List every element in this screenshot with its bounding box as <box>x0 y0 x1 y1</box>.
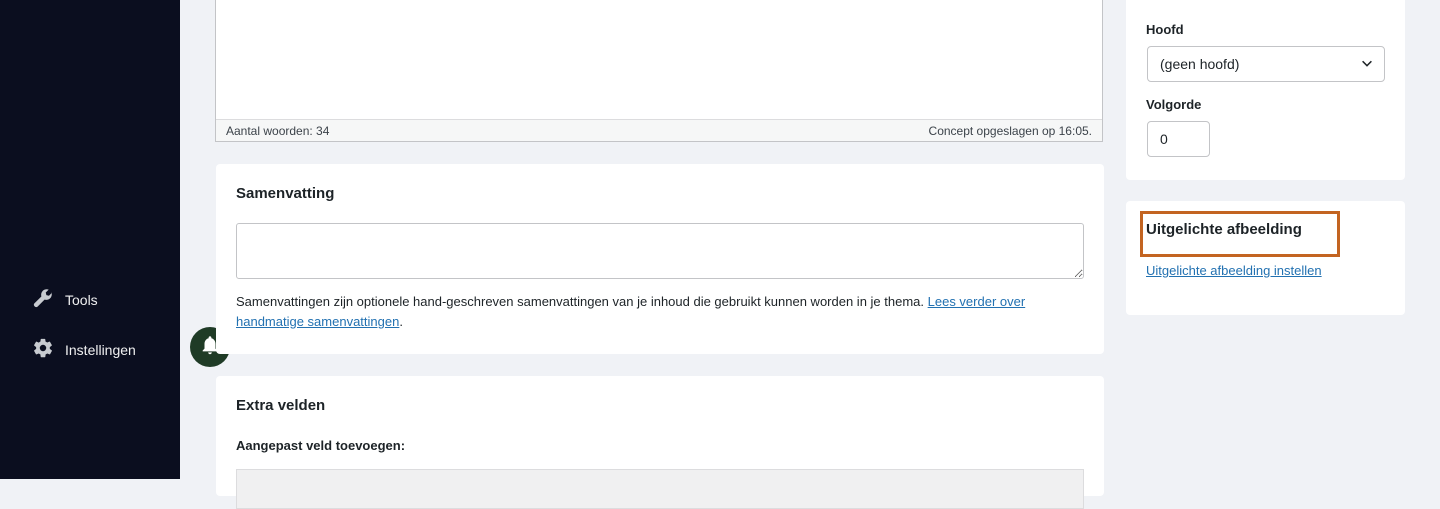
content-editor[interactable]: Aantal woorden: 34 Concept opgeslagen op… <box>215 0 1103 142</box>
order-input[interactable] <box>1147 121 1210 157</box>
sidebar-item-label: Instellingen <box>65 341 136 358</box>
autosave-status: Concept opgeslagen op 16:05. <box>928 123 1092 138</box>
excerpt-textarea[interactable] <box>236 223 1084 279</box>
featured-image-title: Uitgelichte afbeelding <box>1146 221 1302 238</box>
custom-field-table <box>236 469 1084 509</box>
page-attributes-panel: Hoofd (geen hoofd) Volgorde <box>1126 0 1405 180</box>
sidebar-item-settings[interactable]: Instellingen <box>32 337 136 362</box>
wrench-icon <box>32 287 65 312</box>
featured-image-panel: Uitgelichte afbeelding Uitgelichte afbee… <box>1126 201 1405 315</box>
sidebar-item-label: Tools <box>65 291 98 308</box>
custom-fields-title: Extra velden <box>236 397 326 414</box>
excerpt-help-end: . <box>399 314 403 329</box>
excerpt-help-text: Samenvattingen zijn optionele hand-gesch… <box>236 292 1086 332</box>
order-label: Volgorde <box>1146 97 1202 112</box>
excerpt-title: Samenvatting <box>236 185 335 202</box>
custom-fields-panel: Extra velden Aangepast veld toevoegen: <box>216 376 1104 509</box>
admin-sidebar: Tools Instellingen <box>0 0 180 479</box>
word-count: Aantal woorden: 34 <box>226 123 330 138</box>
excerpt-help-body: Samenvattingen zijn optionele hand-gesch… <box>236 294 928 309</box>
add-custom-field-label: Aangepast veld toevoegen: <box>236 438 406 453</box>
set-featured-image-link[interactable]: Uitgelichte afbeelding instellen <box>1146 263 1322 278</box>
parent-select[interactable]: (geen hoofd) <box>1147 46 1385 82</box>
chevron-down-icon <box>1360 56 1374 73</box>
parent-select-value: (geen hoofd) <box>1160 56 1240 72</box>
parent-label: Hoofd <box>1146 22 1184 37</box>
excerpt-panel: Samenvatting Samenvattingen zijn optione… <box>216 164 1104 354</box>
sidebar-item-tools[interactable]: Tools <box>32 287 98 312</box>
gear-icon <box>32 337 65 362</box>
editor-status-bar: Aantal woorden: 34 Concept opgeslagen op… <box>216 119 1102 141</box>
